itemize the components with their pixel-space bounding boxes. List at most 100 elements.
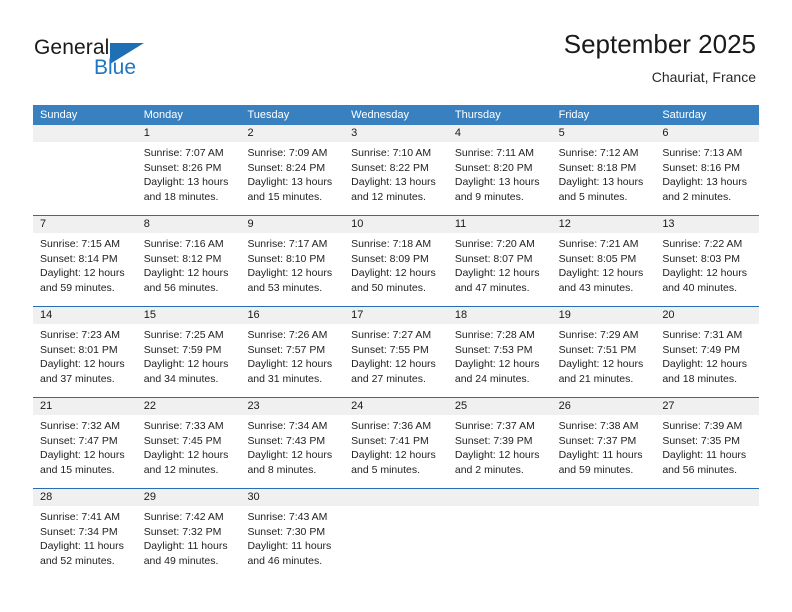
sunrise-text: Sunrise: 7:28 AM: [454, 329, 535, 341]
daylight-text: Daylight: 12 hours and 5 minutes.: [351, 449, 436, 476]
day-cell[interactable]: Sunrise: 7:26 AM Sunset: 7:57 PM Daylight:…: [240, 324, 344, 397]
day-number[interactable]: 20: [655, 307, 759, 324]
day-cell[interactable]: Sunrise: 7:13 AM Sunset: 8:16 PM Daylight:…: [655, 142, 759, 215]
day-cell[interactable]: Sunrise: 7:32 AM Sunset: 7:47 PM Daylight:…: [33, 415, 137, 488]
sunset-text: Sunset: 8:10 PM: [247, 252, 326, 265]
sunset-text: Sunset: 8:09 PM: [351, 252, 429, 265]
daylight-text: Daylight: 11 hours and 59 minutes.: [558, 449, 643, 476]
day-cell[interactable]: Sunrise: 7:25 AM Sunset: 7:59 PM Daylight:…: [137, 324, 241, 397]
day-number[interactable]: 28: [33, 489, 137, 506]
day-cell[interactable]: Sunrise: 7:33 AM Sunset: 7:45 PM Daylight:…: [137, 415, 241, 488]
day-number: [448, 489, 552, 506]
day-cell[interactable]: Sunrise: 7:20 AM Sunset: 8:07 PM Daylight:…: [448, 233, 552, 306]
day-cell[interactable]: Sunrise: 7:17 AM Sunset: 8:10 PM Daylight:…: [240, 233, 344, 306]
sunrise-text: Sunrise: 7:29 AM: [558, 329, 639, 341]
day-number[interactable]: 17: [344, 307, 448, 324]
day-cell[interactable]: Sunrise: 7:43 AM Sunset: 7:30 PM Daylight:…: [240, 506, 344, 579]
daylight-text: Daylight: 12 hours and 59 minutes.: [40, 267, 125, 294]
calendar-weeks: 1 2 3 4 5 6 Sunrise: 7:07 AM Sunset: 8:26 PM Day…: [33, 125, 759, 579]
day-cell[interactable]: Sunrise: 7:41 AM Sunset: 7:34 PM Daylight:…: [33, 506, 137, 579]
daylight-text: Daylight: 12 hours and 53 minutes.: [247, 267, 333, 294]
day-cell[interactable]: Sunrise: 7:42 AM Sunset: 7:32 PM Daylight:…: [137, 506, 241, 579]
day-number[interactable]: 16: [240, 307, 344, 324]
brand-logo[interactable]: General Blue: [34, 36, 254, 88]
day-cell[interactable]: Sunrise: 7:18 AM Sunset: 8:09 PM Daylight:…: [344, 233, 448, 306]
day-number[interactable]: 4: [448, 125, 552, 142]
calendar-week-row: 7 8 9 10 11 12 13 Sunrise: 7:15 AM Sunset: 8:14 …: [33, 215, 759, 306]
sunrise-text: Sunrise: 7:13 AM: [662, 147, 743, 159]
day-cell[interactable]: Sunrise: 7:29 AM Sunset: 7:51 PM Daylight:…: [552, 324, 656, 397]
brand-name-blue: Blue: [94, 56, 137, 79]
sunset-text: Sunset: 7:47 PM: [40, 434, 118, 447]
day-number[interactable]: 6: [655, 125, 759, 142]
sunset-text: Sunset: 8:14 PM: [40, 252, 118, 265]
daylight-text: Daylight: 11 hours and 49 minutes.: [143, 540, 228, 567]
sunset-text: Sunset: 8:01 PM: [40, 343, 118, 356]
calendar-week-row: 1 2 3 4 5 6 Sunrise: 7:07 AM Sunset: 8:26 PM Day…: [33, 125, 759, 215]
week-daynumber-band: 28 29 30: [33, 489, 759, 506]
day-number[interactable]: 9: [240, 216, 344, 233]
day-number[interactable]: 1: [137, 125, 241, 142]
day-number[interactable]: 13: [655, 216, 759, 233]
sunset-text: Sunset: 7:32 PM: [143, 525, 222, 538]
day-cell[interactable]: Sunrise: 7:15 AM Sunset: 8:14 PM Daylight:…: [33, 233, 137, 306]
day-number[interactable]: 15: [137, 307, 241, 324]
day-number[interactable]: 2: [240, 125, 344, 142]
day-cell: [448, 506, 552, 579]
day-number: [552, 489, 656, 506]
day-cell[interactable]: Sunrise: 7:16 AM Sunset: 8:12 PM Daylight:…: [137, 233, 241, 306]
day-number[interactable]: 8: [137, 216, 241, 233]
day-number[interactable]: 24: [344, 398, 448, 415]
day-number[interactable]: 11: [448, 216, 552, 233]
sunrise-text: Sunrise: 7:25 AM: [143, 329, 224, 341]
day-cell[interactable]: Sunrise: 7:36 AM Sunset: 7:41 PM Daylight:…: [344, 415, 448, 488]
day-cell[interactable]: Sunrise: 7:31 AM Sunset: 7:49 PM Daylight:…: [655, 324, 759, 397]
day-cell[interactable]: Sunrise: 7:09 AM Sunset: 8:24 PM Daylight:…: [240, 142, 344, 215]
sunset-text: Sunset: 8:05 PM: [558, 252, 637, 265]
day-number: [33, 125, 137, 142]
page-header: General Blue September 2025 Chauriat, Fr…: [0, 0, 792, 100]
day-cell[interactable]: Sunrise: 7:22 AM Sunset: 8:03 PM Daylight:…: [655, 233, 759, 306]
sunrise-text: Sunrise: 7:18 AM: [351, 238, 432, 250]
day-number[interactable]: 19: [552, 307, 656, 324]
day-cell[interactable]: Sunrise: 7:07 AM Sunset: 8:26 PM Daylight:…: [137, 142, 241, 215]
day-cell[interactable]: Sunrise: 7:27 AM Sunset: 7:55 PM Daylight:…: [344, 324, 448, 397]
day-cell[interactable]: Sunrise: 7:34 AM Sunset: 7:43 PM Daylight:…: [240, 415, 344, 488]
week-daynumber-band: 14 15 16 17 18 19 20: [33, 307, 759, 324]
calendar-week-row: 28 29 30 Sunrise: 7:41 AM Sunset: 7:34 PM Day…: [33, 488, 759, 579]
day-number[interactable]: 30: [240, 489, 344, 506]
day-number[interactable]: 3: [344, 125, 448, 142]
sunrise-text: Sunrise: 7:43 AM: [247, 511, 328, 523]
day-cell[interactable]: Sunrise: 7:38 AM Sunset: 7:37 PM Daylight:…: [552, 415, 656, 488]
day-number[interactable]: 25: [448, 398, 552, 415]
calendar-week-row: 21 22 23 24 25 26 27 Sunrise: 7:32 AM Sunset: 7:…: [33, 397, 759, 488]
day-number[interactable]: 26: [552, 398, 656, 415]
sunrise-text: Sunrise: 7:26 AM: [247, 329, 328, 341]
day-number[interactable]: 5: [552, 125, 656, 142]
day-number[interactable]: 23: [240, 398, 344, 415]
day-number[interactable]: 14: [33, 307, 137, 324]
day-cell[interactable]: Sunrise: 7:37 AM Sunset: 7:39 PM Daylight:…: [448, 415, 552, 488]
day-cell[interactable]: Sunrise: 7:39 AM Sunset: 7:35 PM Daylight:…: [655, 415, 759, 488]
day-cell[interactable]: Sunrise: 7:21 AM Sunset: 8:05 PM Daylight:…: [552, 233, 656, 306]
calendar-grid: Sunday Monday Tuesday Wednesday Thursday Frid…: [33, 105, 759, 579]
day-number[interactable]: 22: [137, 398, 241, 415]
day-cell[interactable]: Sunrise: 7:23 AM Sunset: 8:01 PM Daylight:…: [33, 324, 137, 397]
day-cell[interactable]: Sunrise: 7:11 AM Sunset: 8:20 PM Daylight:…: [448, 142, 552, 215]
day-number[interactable]: 21: [33, 398, 137, 415]
day-number[interactable]: 18: [448, 307, 552, 324]
weekday-header-tuesday: Tuesday: [247, 109, 290, 121]
day-cell: [552, 506, 656, 579]
day-number[interactable]: 7: [33, 216, 137, 233]
day-number[interactable]: 27: [655, 398, 759, 415]
day-number[interactable]: 10: [344, 216, 448, 233]
day-cell[interactable]: Sunrise: 7:10 AM Sunset: 8:22 PM Daylight:…: [344, 142, 448, 215]
sunrise-text: Sunrise: 7:41 AM: [40, 511, 120, 523]
sunrise-text: Sunrise: 7:15 AM: [40, 238, 120, 250]
sunrise-text: Sunrise: 7:20 AM: [454, 238, 535, 250]
day-number[interactable]: 12: [552, 216, 656, 233]
day-cell[interactable]: Sunrise: 7:12 AM Sunset: 8:18 PM Daylight:…: [552, 142, 656, 215]
day-number[interactable]: 29: [137, 489, 241, 506]
day-cell[interactable]: Sunrise: 7:28 AM Sunset: 7:53 PM Daylight:…: [448, 324, 552, 397]
sunrise-text: Sunrise: 7:36 AM: [351, 420, 432, 432]
